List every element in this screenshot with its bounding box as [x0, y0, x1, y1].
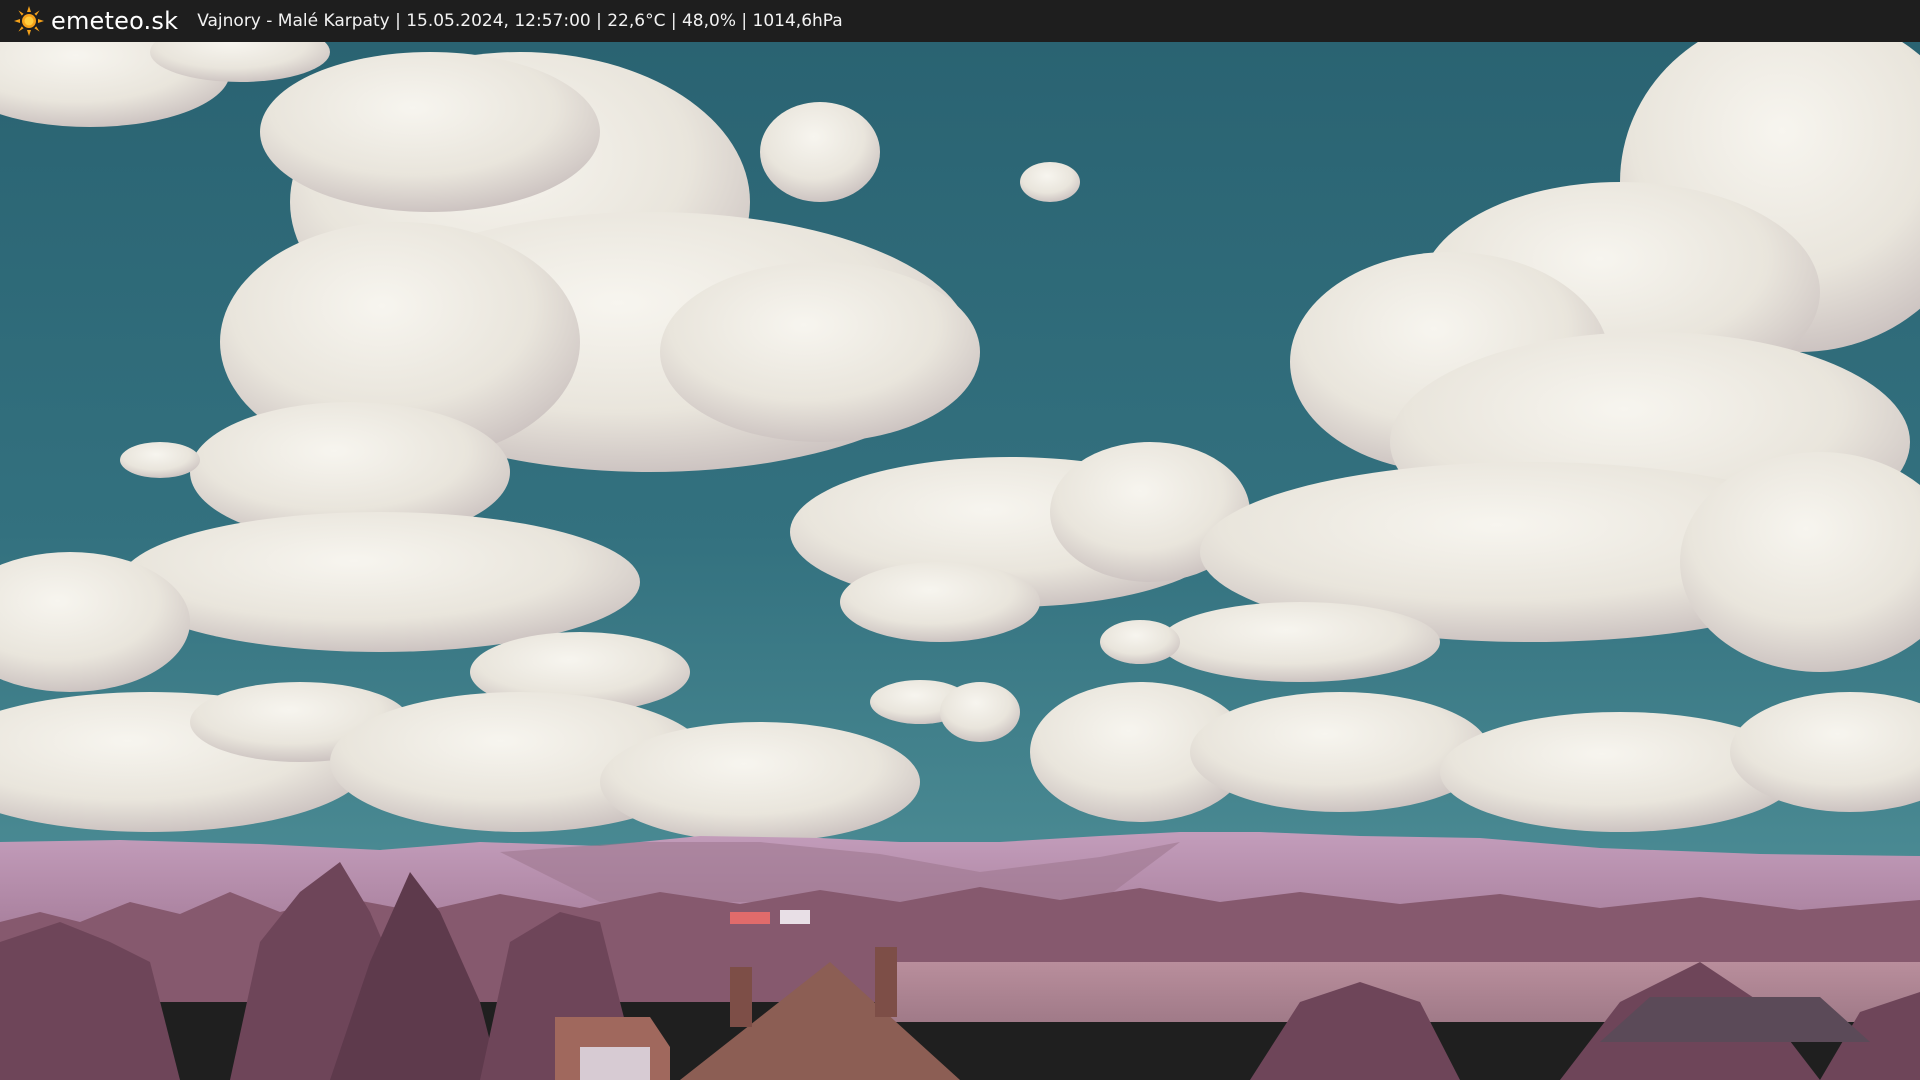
webcam-caption: Vajnory - Malé Karpaty | 15.05.2024, 12:…	[197, 11, 843, 31]
distant-house	[780, 910, 810, 924]
site-logo[interactable]: emeteo.sk	[14, 6, 178, 36]
sun-icon	[14, 6, 44, 36]
webcam-viewer: emeteo.sk Vajnory - Malé Karpaty | 15.05…	[0, 0, 1920, 1080]
webcam-image	[0, 42, 1920, 1080]
distant-roof	[730, 912, 770, 924]
logo-text: emeteo.sk	[51, 7, 179, 35]
header-bar: emeteo.sk Vajnory - Malé Karpaty | 15.05…	[0, 0, 1920, 42]
